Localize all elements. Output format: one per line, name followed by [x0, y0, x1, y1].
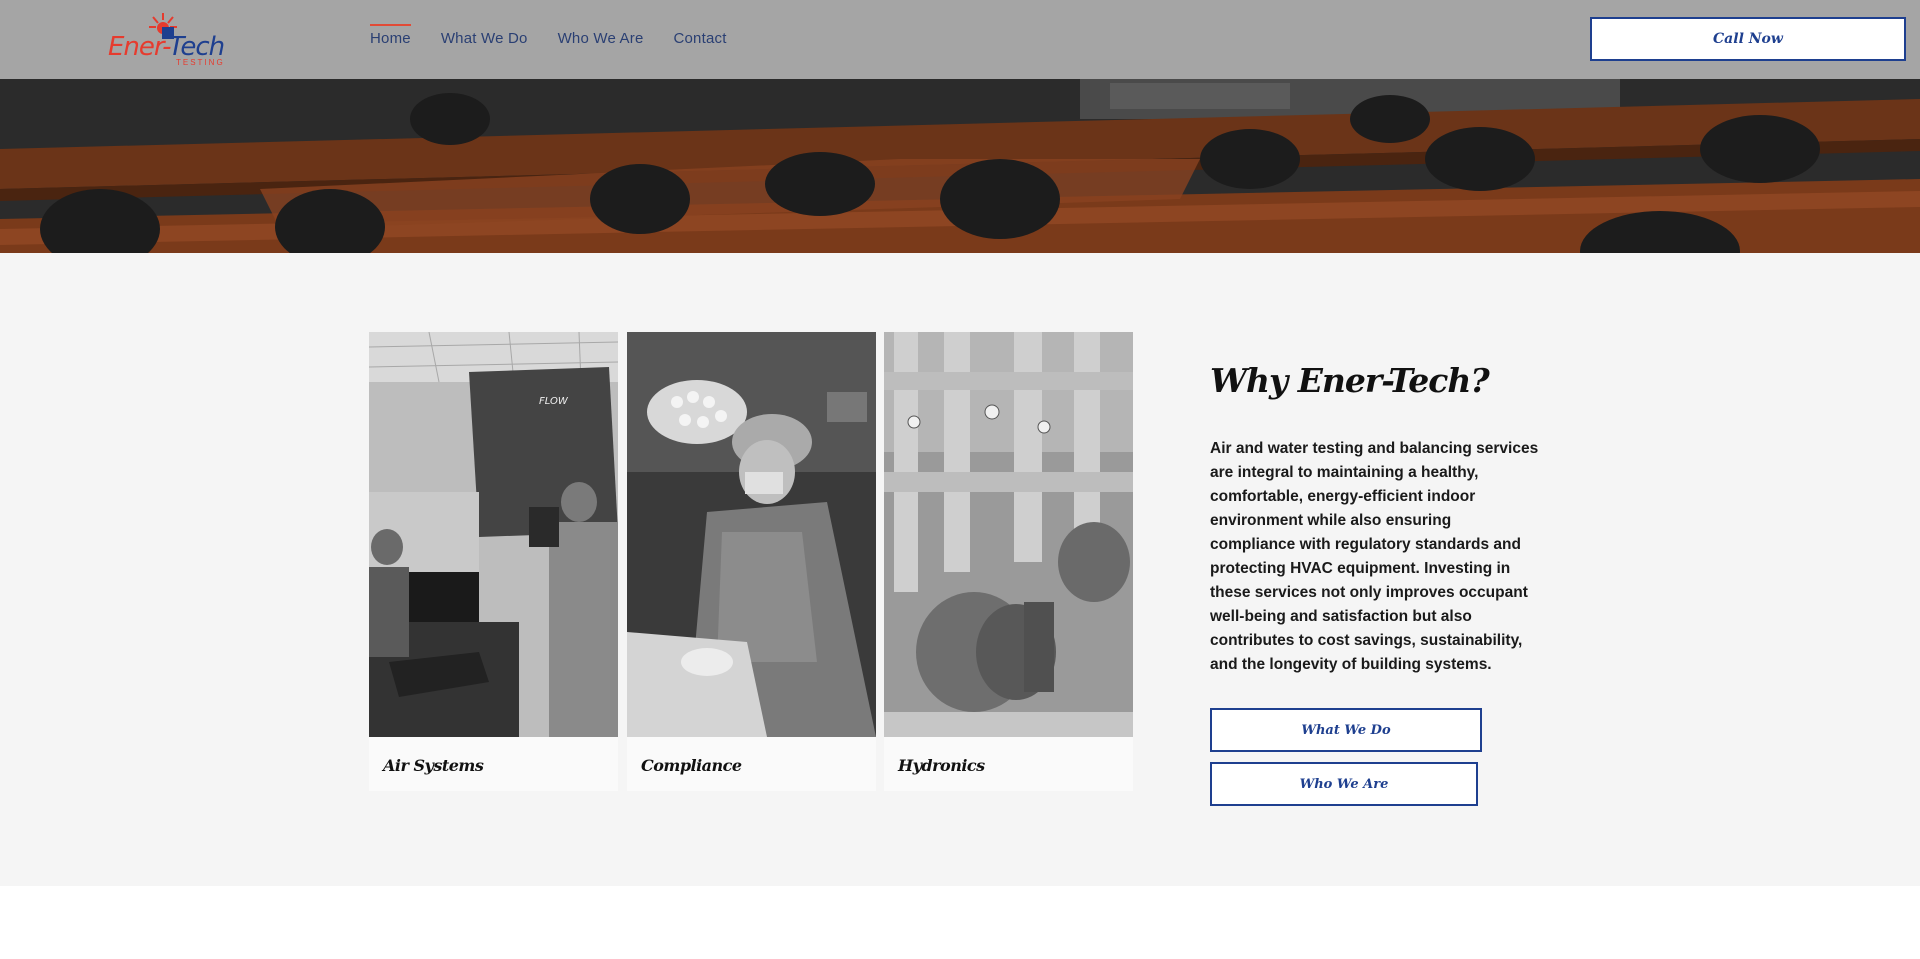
- site-header: Ener-Tech TESTING Home What We Do Who We…: [0, 0, 1920, 79]
- who-we-are-button[interactable]: Who We Are: [1210, 762, 1478, 806]
- air-systems-photo: FLOW: [369, 332, 618, 737]
- card-compliance[interactable]: Compliance: [627, 332, 876, 791]
- hero-photo-graphic: [0, 79, 1920, 253]
- why-title: Why Ener-Tech?: [1210, 361, 1490, 400]
- nav-home[interactable]: Home: [370, 24, 411, 47]
- svg-text:FLOW: FLOW: [539, 396, 569, 407]
- card-hydronics[interactable]: Hydronics: [884, 332, 1133, 791]
- logo-subtitle: TESTING: [176, 58, 225, 67]
- nav-who-we-are[interactable]: Who We Are: [558, 30, 644, 47]
- hydronics-photo: [884, 332, 1133, 737]
- card-label-air-systems: Air Systems: [383, 756, 484, 775]
- ener-tech-logo[interactable]: Ener-Tech TESTING: [108, 12, 240, 68]
- surgeon-photo-graphic: [627, 332, 876, 737]
- technicians-photo-graphic: FLOW: [369, 332, 618, 737]
- nav-what-we-do[interactable]: What We Do: [441, 30, 528, 47]
- hero-classroom-image: [0, 79, 1920, 253]
- compliance-photo: [627, 332, 876, 737]
- logo-word-ener: Ener-: [108, 32, 170, 62]
- call-now-button[interactable]: Call Now: [1590, 17, 1906, 61]
- pumps-photo-graphic: [884, 332, 1133, 737]
- why-description: Air and water testing and balancing serv…: [1210, 440, 1539, 673]
- nav-contact[interactable]: Contact: [673, 30, 726, 47]
- card-air-systems[interactable]: FLOW Air Systems: [369, 332, 618, 791]
- card-label-compliance: Compliance: [641, 756, 742, 775]
- main-nav: Home What We Do Who We Are Contact: [370, 24, 727, 47]
- why-section: FLOW Air Systems Compliance Hydronics Wh…: [0, 253, 1920, 886]
- what-we-do-button[interactable]: What We Do: [1210, 708, 1482, 752]
- card-label-hydronics: Hydronics: [898, 756, 985, 775]
